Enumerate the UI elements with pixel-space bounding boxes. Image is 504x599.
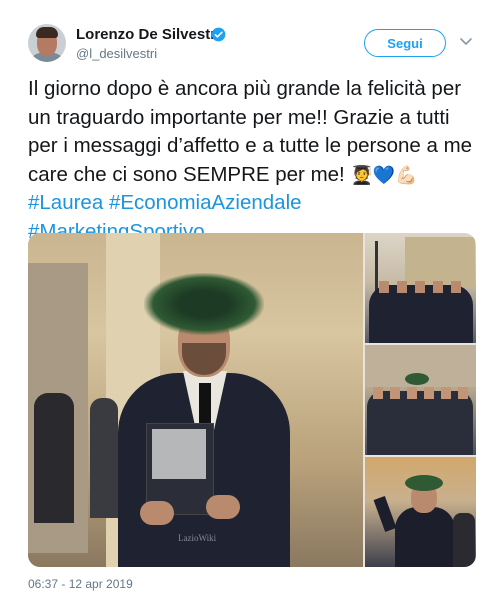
hashtag-economia-aziendale[interactable]: #EconomiaAziendale (109, 191, 302, 214)
author-handle[interactable]: @l_desilvestri (76, 46, 157, 61)
graduate-emoji-icon: 🧑‍🎓 (350, 164, 373, 185)
faces-row (379, 281, 467, 293)
media-grid: LazioWiki (28, 233, 476, 567)
tweet-text: Il giorno dopo è ancora più grande la fe… (28, 75, 483, 246)
photo-graduate[interactable]: LazioWiki (28, 233, 363, 567)
laurel-wreath (405, 475, 443, 491)
avatar[interactable] (28, 24, 66, 62)
building-facade (405, 237, 475, 287)
faces-row (373, 387, 469, 399)
background-person (453, 513, 475, 567)
background-person-2 (90, 398, 118, 518)
chevron-down-icon[interactable] (460, 38, 472, 46)
graduate-hand (140, 501, 174, 525)
photo-cheering[interactable] (365, 457, 476, 567)
blue-heart-emoji-icon: 💙 (372, 164, 396, 185)
verified-badge-icon (211, 27, 226, 42)
hashtag-laurea[interactable]: #Laurea (28, 191, 103, 214)
photo-group-1[interactable] (365, 233, 476, 343)
laurel-wreath (405, 373, 429, 385)
graduate-suit (395, 507, 455, 567)
photo-group-2[interactable] (365, 345, 476, 455)
author-name[interactable]: Lorenzo De Silvestri (76, 26, 220, 43)
group-people (369, 285, 473, 343)
diploma-page (152, 429, 206, 479)
laurel-wreath (144, 273, 264, 335)
tweet-timestamp[interactable]: 06:37 - 12 apr 2019 (28, 577, 133, 591)
group-people (367, 391, 473, 455)
avatar-hair (36, 27, 58, 38)
flexed-biceps-emoji-icon: 💪🏻 (395, 164, 418, 185)
raised-arm (373, 495, 397, 533)
graduate-hand-2 (206, 495, 240, 519)
watermark: LazioWiki (178, 533, 217, 543)
follow-button[interactable]: Segui (364, 29, 446, 57)
background-person (34, 393, 74, 523)
